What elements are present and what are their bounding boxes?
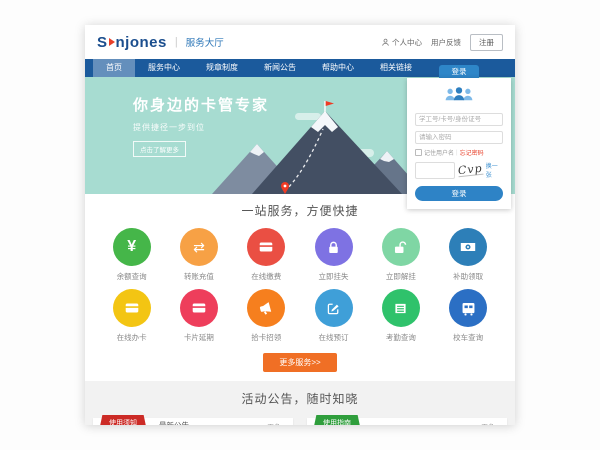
user-feedback-label: 用户反馈 xyxy=(431,37,461,48)
personal-center-link[interactable]: 个人中心 xyxy=(381,37,422,48)
guide-panel-header: 使用指南 更多>> xyxy=(307,418,507,425)
nav-item-home[interactable]: 首页 xyxy=(93,59,135,77)
service-label: 立即解挂 xyxy=(367,271,434,282)
guide-panel: 使用指南 更多>> xyxy=(307,418,507,425)
announcements-title: 活动公告，随时知晓 xyxy=(93,390,507,407)
notice-panel: 使用须知 最新公告 更多>> xyxy=(93,418,293,425)
announcement-panels: 使用须知 最新公告 更多>> 使用指南 更多>> xyxy=(93,418,507,425)
synjones-logo[interactable]: S njones xyxy=(97,34,167,51)
transfer-arrows-icon: ⇄ xyxy=(180,228,218,266)
login-submit-button[interactable]: 登录 xyxy=(415,186,503,201)
service-item-balance[interactable]: ¥ 余额查询 xyxy=(98,228,165,282)
service-label: 立即挂失 xyxy=(300,271,367,282)
options-separator: | xyxy=(456,150,458,156)
megaphone-icon xyxy=(247,289,285,327)
nav-item-news[interactable]: 新闻公告 xyxy=(251,59,309,77)
site-name: 服务大厅 xyxy=(186,35,224,49)
hero-subtitle: 提供捷径一步到位 xyxy=(133,122,269,133)
logo-arrow-icon xyxy=(109,38,115,46)
service-label: 转账充值 xyxy=(165,271,232,282)
user-guide-ribbon[interactable]: 使用指南 xyxy=(313,415,361,425)
bus-icon xyxy=(449,289,487,327)
bank-card-icon xyxy=(113,289,151,327)
guide-more-link[interactable]: 更多>> xyxy=(481,421,502,426)
service-label: 校车查询 xyxy=(434,332,501,343)
service-label: 补助领取 xyxy=(434,271,501,282)
latest-announcements-tab[interactable]: 最新公告 xyxy=(159,420,189,425)
nav-item-help[interactable]: 帮助中心 xyxy=(309,59,367,77)
service-label: 在线预订 xyxy=(300,332,367,343)
header-right: 个人中心 用户反馈 注册 xyxy=(381,34,503,51)
service-item-found-card[interactable]: 拾卡招领 xyxy=(233,289,300,343)
captcha-row: Cvp 换一张 xyxy=(415,161,503,179)
usage-notice-ribbon[interactable]: 使用须知 xyxy=(99,415,147,425)
logo-text-left: S xyxy=(97,34,108,51)
bank-card-icon xyxy=(180,289,218,327)
login-box: 记住用户名 | 忘记密码 Cvp 换一张 登录 xyxy=(407,78,511,209)
username-input[interactable] xyxy=(415,113,503,126)
service-item-report-loss[interactable]: 立即挂失 xyxy=(300,228,367,282)
top-header: S njones | 服务大厅 个人中心 用户反馈 注册 xyxy=(85,25,515,59)
notice-panel-header: 使用须知 最新公告 更多>> xyxy=(93,418,293,425)
users-group-icon xyxy=(415,85,503,108)
bank-card-icon xyxy=(247,228,285,266)
captcha-input[interactable] xyxy=(415,162,455,179)
service-label: 考勤查询 xyxy=(367,332,434,343)
remember-checkbox[interactable] xyxy=(415,149,422,156)
service-label: 在线缴费 xyxy=(233,271,300,282)
logo-text-right: njones xyxy=(116,34,167,51)
hero-text-block: 你身边的卡管专家 提供捷径一步到位 点击了解更多 xyxy=(133,94,269,157)
attendance-list-icon xyxy=(382,289,420,327)
edit-icon xyxy=(315,289,353,327)
service-item-transfer[interactable]: ⇄ 转账充值 xyxy=(165,228,232,282)
service-item-apply-card[interactable]: 在线办卡 xyxy=(98,289,165,343)
service-label: 余额查询 xyxy=(98,271,165,282)
forgot-password-link[interactable]: 忘记密码 xyxy=(460,148,484,157)
password-input[interactable] xyxy=(415,131,503,144)
more-services-button[interactable]: 更多服务>> xyxy=(263,353,337,372)
service-item-card-extension[interactable]: 卡片延期 xyxy=(165,289,232,343)
remember-label: 记住用户名 xyxy=(424,148,454,157)
portal-page: S njones | 服务大厅 个人中心 用户反馈 注册 首页 服务中心 规章制… xyxy=(85,25,515,425)
service-item-cancel-loss[interactable]: 立即解挂 xyxy=(367,228,434,282)
hero-title: 你身边的卡管专家 xyxy=(133,94,269,115)
service-label: 卡片延期 xyxy=(165,332,232,343)
services-section: 一站服务，方便快捷 ¥ 余额查询 ⇄ 转账充值 在线缴费 立即挂失 xyxy=(85,194,515,372)
service-item-school-bus[interactable]: 校车查询 xyxy=(434,289,501,343)
service-label: 拾卡招领 xyxy=(233,332,300,343)
service-item-attendance[interactable]: 考勤查询 xyxy=(367,289,434,343)
service-label: 在线办卡 xyxy=(98,332,165,343)
header-divider: | xyxy=(175,36,178,48)
captcha-refresh-link[interactable]: 换一张 xyxy=(486,161,503,179)
service-item-online-booking[interactable]: 在线预订 xyxy=(300,289,367,343)
nav-item-service-center[interactable]: 服务中心 xyxy=(135,59,193,77)
service-item-subsidy[interactable]: 补助领取 xyxy=(434,228,501,282)
announcements-section: 活动公告，随时知晓 使用须知 最新公告 更多>> 使用指南 更多>> xyxy=(85,381,515,425)
hero-cta-button[interactable]: 点击了解更多 xyxy=(133,141,186,157)
lock-icon xyxy=(315,228,353,266)
yen-icon: ¥ xyxy=(113,228,151,266)
banknote-icon xyxy=(449,228,487,266)
service-item-pay-online[interactable]: 在线缴费 xyxy=(233,228,300,282)
personal-center-label: 个人中心 xyxy=(392,37,422,48)
user-icon xyxy=(381,38,390,47)
unlock-icon xyxy=(382,228,420,266)
services-grid: ¥ 余额查询 ⇄ 转账充值 在线缴费 立即挂失 xyxy=(98,228,502,350)
nav-item-rules[interactable]: 规章制度 xyxy=(193,59,251,77)
notice-more-link[interactable]: 更多>> xyxy=(267,421,288,426)
login-tab[interactable]: 登录 xyxy=(439,65,479,78)
login-panel: 登录 记住用户名 | 忘记密码 xyxy=(407,65,511,209)
register-button[interactable]: 注册 xyxy=(470,34,503,51)
captcha-image: Cvp xyxy=(457,163,483,177)
login-options-row: 记住用户名 | 忘记密码 xyxy=(415,148,503,157)
user-feedback-link[interactable]: 用户反馈 xyxy=(431,37,461,48)
